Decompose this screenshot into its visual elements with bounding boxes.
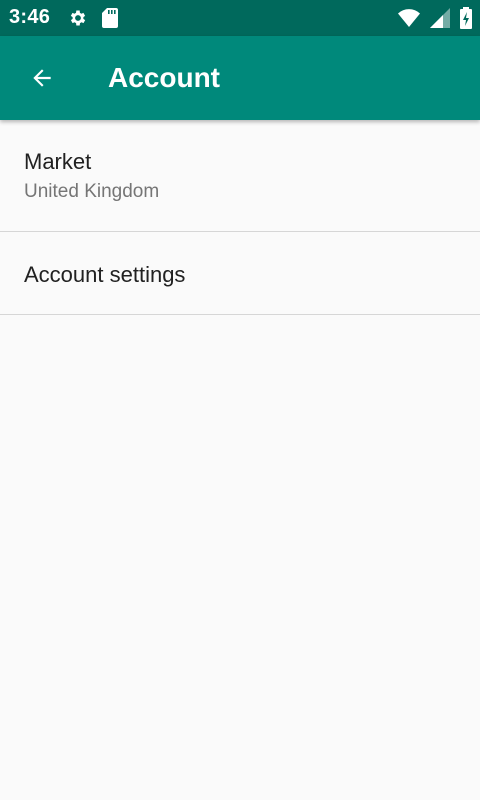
- sd-card-icon: [102, 8, 118, 28]
- preference-list: Market United Kingdom Account settings: [0, 120, 480, 315]
- market-preference[interactable]: Market United Kingdom: [0, 120, 480, 232]
- account-settings-title: Account settings: [24, 262, 186, 287]
- back-button[interactable]: [20, 56, 64, 100]
- status-time: 3:46: [9, 6, 51, 28]
- wifi-icon: [398, 9, 420, 27]
- arrow-back-icon: [29, 65, 55, 91]
- account-settings-preference[interactable]: Account settings: [0, 232, 480, 315]
- market-title: Market: [24, 149, 92, 174]
- status-system-icons: [398, 7, 472, 29]
- page-title: Account: [108, 62, 220, 93]
- status-notification-icons: [68, 8, 118, 28]
- market-summary: United Kingdom: [24, 181, 160, 202]
- gear-icon: [68, 8, 88, 28]
- battery-charging-icon: [460, 7, 472, 29]
- status-bar: 3:46: [0, 0, 480, 36]
- cell-signal-icon: [430, 8, 450, 28]
- app-bar: Account: [0, 36, 480, 120]
